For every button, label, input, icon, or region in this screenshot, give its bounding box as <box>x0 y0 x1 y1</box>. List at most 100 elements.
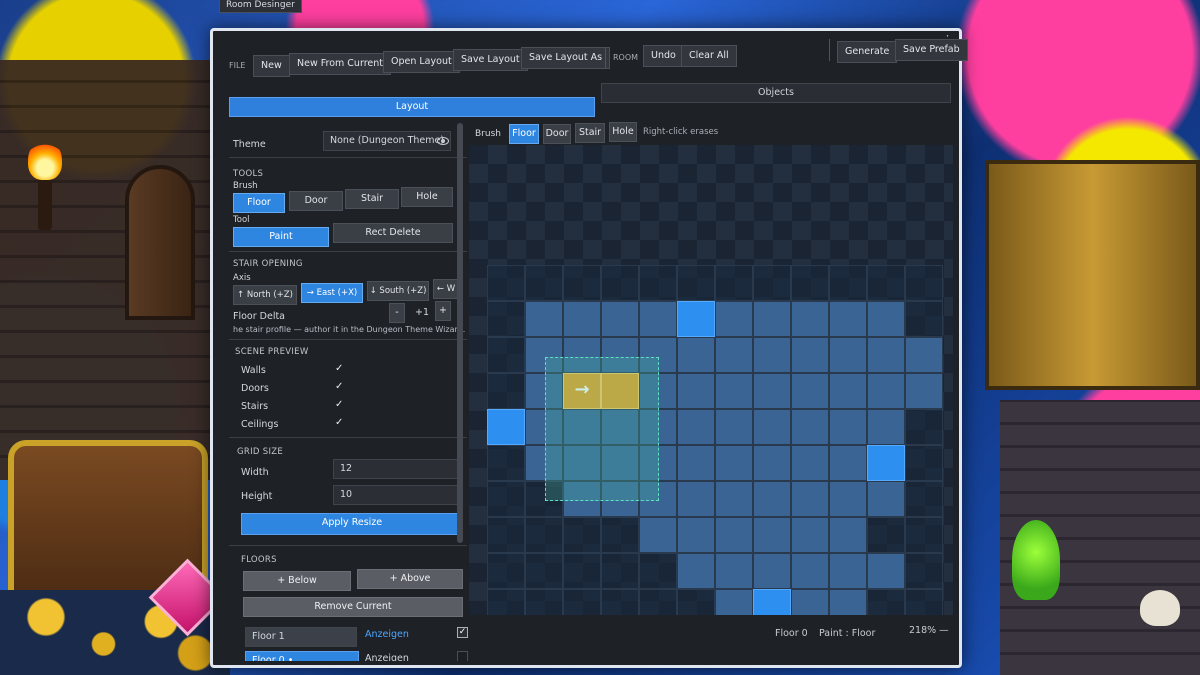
grid-cell-floor[interactable] <box>753 373 791 409</box>
axis-west-button[interactable]: ← W <box>433 279 459 299</box>
grid-cell-floor[interactable] <box>753 481 791 517</box>
grid-cell-floor[interactable] <box>867 481 905 517</box>
selection-rectangle[interactable] <box>545 357 659 501</box>
floor-delta-plus-button[interactable]: + <box>435 301 451 321</box>
grid-cell-floor[interactable] <box>677 517 715 553</box>
grid-cell-floor[interactable] <box>715 337 753 373</box>
grid-cell-floor[interactable] <box>791 301 829 337</box>
grid-cell-empty[interactable] <box>905 517 943 553</box>
grid-cell-empty[interactable] <box>563 265 601 301</box>
grid-cell-floor[interactable] <box>753 553 791 589</box>
grid-cell-empty[interactable] <box>601 553 639 589</box>
eye-icon[interactable] <box>437 137 449 145</box>
grid-cell-floor[interactable] <box>829 517 867 553</box>
grid-cell-floor[interactable] <box>753 517 791 553</box>
grid-cell-floor[interactable] <box>677 337 715 373</box>
grid-cell-empty[interactable] <box>639 553 677 589</box>
theme-selector[interactable]: None (Dungeon Theme) <box>323 131 451 151</box>
grid-cell-empty[interactable] <box>905 301 943 337</box>
grid-cell-empty[interactable] <box>525 589 563 615</box>
grid-cell-empty[interactable] <box>905 409 943 445</box>
grid-cell-floor[interactable] <box>791 517 829 553</box>
save-prefab-button[interactable]: Save Prefab <box>895 39 968 61</box>
stairs-checkbox[interactable]: ✓ <box>335 399 343 410</box>
grid-cell-empty[interactable] <box>487 373 525 409</box>
tool-rect-delete-button[interactable]: Rect Delete <box>333 223 453 243</box>
brush-floor-button[interactable]: Floor <box>233 193 285 213</box>
grid-cell-floor[interactable] <box>715 301 753 337</box>
floor-delta-minus-button[interactable]: - <box>389 303 405 323</box>
doors-checkbox[interactable]: ✓ <box>335 381 343 392</box>
grid-cell-empty[interactable] <box>487 481 525 517</box>
grid-cell-floor[interactable] <box>601 301 639 337</box>
grid-cell-empty[interactable] <box>867 265 905 301</box>
grid-cell-floor[interactable] <box>677 409 715 445</box>
apply-resize-button[interactable]: Apply Resize <box>241 513 463 535</box>
grid-cell-empty[interactable] <box>753 265 791 301</box>
grid-cell-empty[interactable] <box>867 517 905 553</box>
walls-checkbox[interactable]: ✓ <box>335 363 343 374</box>
new-from-current-button[interactable]: New From Current <box>289 53 391 75</box>
grid-cell-empty[interactable] <box>525 553 563 589</box>
grid-cell-floor[interactable] <box>677 553 715 589</box>
add-floor-above-button[interactable]: + Above <box>357 569 463 589</box>
brush-door-button[interactable]: Door <box>289 191 343 211</box>
grid-cell-floor[interactable] <box>791 337 829 373</box>
grid-cell-floor[interactable] <box>715 445 753 481</box>
floor-0-show-checkbox[interactable] <box>457 651 468 661</box>
grid-cell-floor[interactable] <box>829 445 867 481</box>
axis-north-button[interactable]: ↑ North (+Z) <box>233 285 297 305</box>
grid-cell-empty[interactable] <box>487 301 525 337</box>
width-input[interactable]: 12 <box>333 459 461 479</box>
canvas-brush-hole-button[interactable]: Hole <box>609 122 637 142</box>
add-floor-below-button[interactable]: + Below <box>243 571 351 591</box>
floor-1-show-checkbox[interactable]: ✓ <box>457 627 468 638</box>
grid-cell-floor[interactable] <box>639 517 677 553</box>
grid-cell-floor[interactable] <box>867 301 905 337</box>
grid-cell-floor[interactable] <box>715 373 753 409</box>
grid-cell-floor[interactable] <box>715 553 753 589</box>
layout-canvas[interactable]: → <box>469 145 953 615</box>
generate-button[interactable]: Generate <box>837 41 898 63</box>
clear-all-button[interactable]: Clear All <box>681 45 737 67</box>
brush-stair-button[interactable]: Stair <box>345 189 399 209</box>
canvas-brush-stair-button[interactable]: Stair <box>575 123 605 143</box>
grid-cell-empty[interactable] <box>487 445 525 481</box>
grid-cell-floor[interactable] <box>525 301 563 337</box>
axis-south-button[interactable]: ↓ South (+Z) <box>367 281 429 301</box>
grid-cell-empty[interactable] <box>677 589 715 615</box>
grid-cell-empty[interactable] <box>487 517 525 553</box>
floor-1-show-label[interactable]: Anzeigen <box>365 629 409 640</box>
floor-0-item[interactable]: Floor 0 • <box>245 651 359 661</box>
tab-layout[interactable]: Layout <box>229 97 595 117</box>
grid-cell-floor[interactable] <box>867 337 905 373</box>
grid-cell-floor[interactable] <box>677 481 715 517</box>
canvas-brush-door-button[interactable]: Door <box>543 124 571 144</box>
grid-cell-empty[interactable] <box>639 265 677 301</box>
grid-cell-floor[interactable] <box>905 337 943 373</box>
grid-cell-floor[interactable] <box>867 409 905 445</box>
grid-cell-empty[interactable] <box>905 265 943 301</box>
floor-1-item[interactable]: Floor 1 <box>245 627 357 647</box>
grid-cell-empty[interactable] <box>601 589 639 615</box>
grid-cell-floor[interactable] <box>791 553 829 589</box>
save-layout-button[interactable]: Save Layout <box>453 49 528 71</box>
grid-cell-floor[interactable] <box>791 481 829 517</box>
grid-cell-empty[interactable] <box>487 337 525 373</box>
grid-cell-empty[interactable] <box>905 589 943 615</box>
grid-cell-floor[interactable] <box>829 373 867 409</box>
axis-east-button[interactable]: → East (+X) <box>301 283 363 303</box>
grid-cell-floor[interactable] <box>753 409 791 445</box>
grid-cell-empty[interactable] <box>715 265 753 301</box>
grid-cell-empty[interactable] <box>487 589 525 615</box>
grid-cell-empty[interactable] <box>829 265 867 301</box>
tab-objects[interactable]: Objects <box>601 83 951 103</box>
grid-cell-floor[interactable] <box>829 409 867 445</box>
grid-cell-floor[interactable] <box>829 481 867 517</box>
grid-cell-empty[interactable] <box>639 589 677 615</box>
grid-cell-empty[interactable] <box>601 517 639 553</box>
grid-cell-floor[interactable] <box>677 445 715 481</box>
grid-cell-floor[interactable] <box>753 301 791 337</box>
grid-cell-floor[interactable] <box>715 481 753 517</box>
brush-hole-button[interactable]: Hole <box>401 187 453 207</box>
